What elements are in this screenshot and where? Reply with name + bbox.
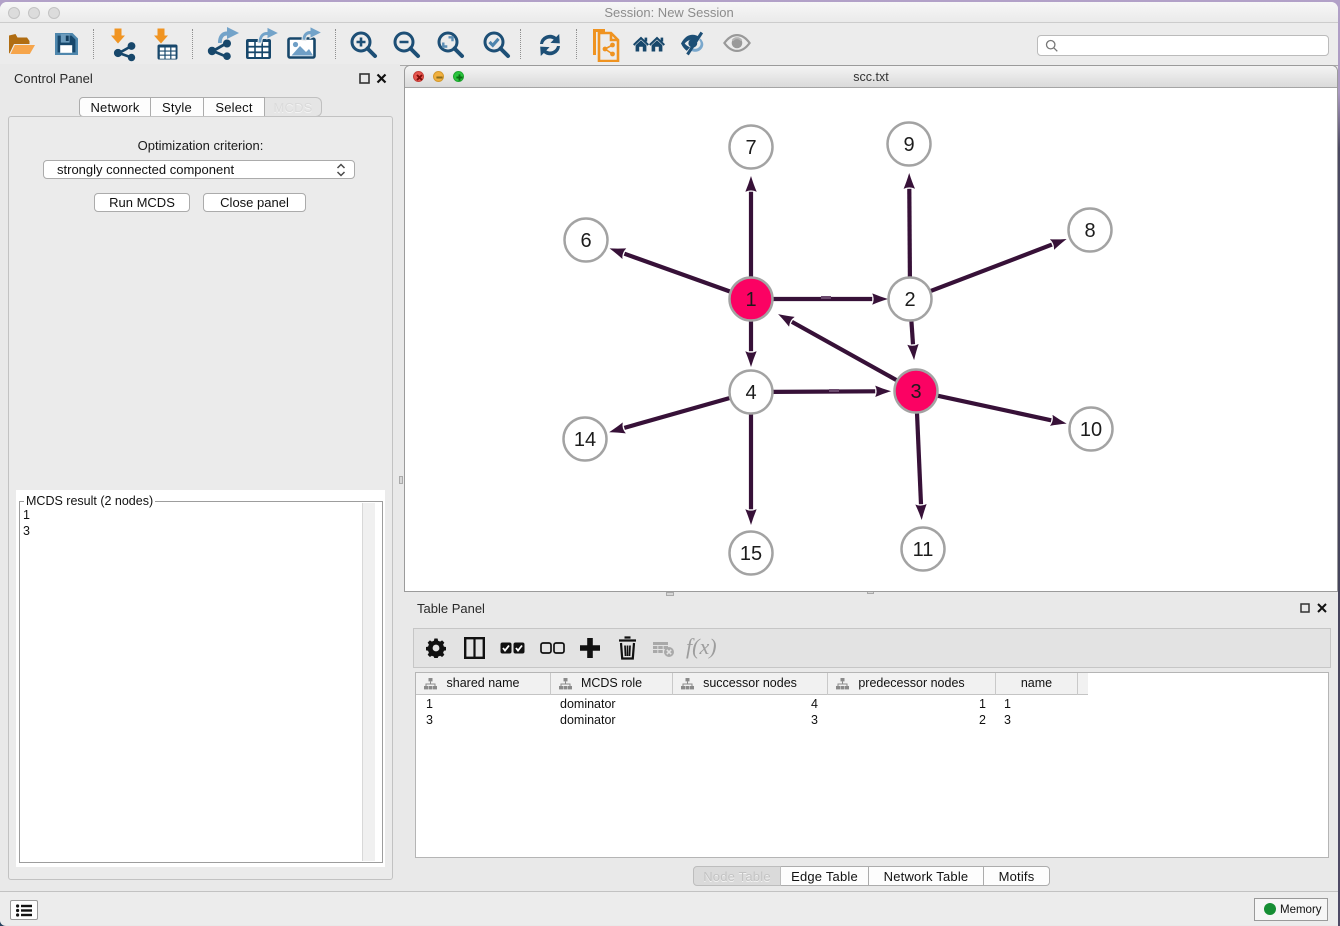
svg-text:3: 3: [910, 381, 921, 403]
svg-text:11: 11: [913, 539, 934, 561]
svg-text:7: 7: [745, 137, 756, 159]
svg-text:8: 8: [1084, 220, 1095, 242]
svg-text:15: 15: [740, 543, 762, 565]
svg-text:10: 10: [1080, 419, 1102, 441]
svg-text:6: 6: [580, 230, 591, 252]
svg-text:4: 4: [745, 382, 756, 404]
svg-text:14: 14: [574, 429, 596, 451]
svg-text:9: 9: [903, 134, 914, 156]
svg-text:2: 2: [904, 289, 915, 311]
svg-text:1: 1: [745, 289, 756, 311]
